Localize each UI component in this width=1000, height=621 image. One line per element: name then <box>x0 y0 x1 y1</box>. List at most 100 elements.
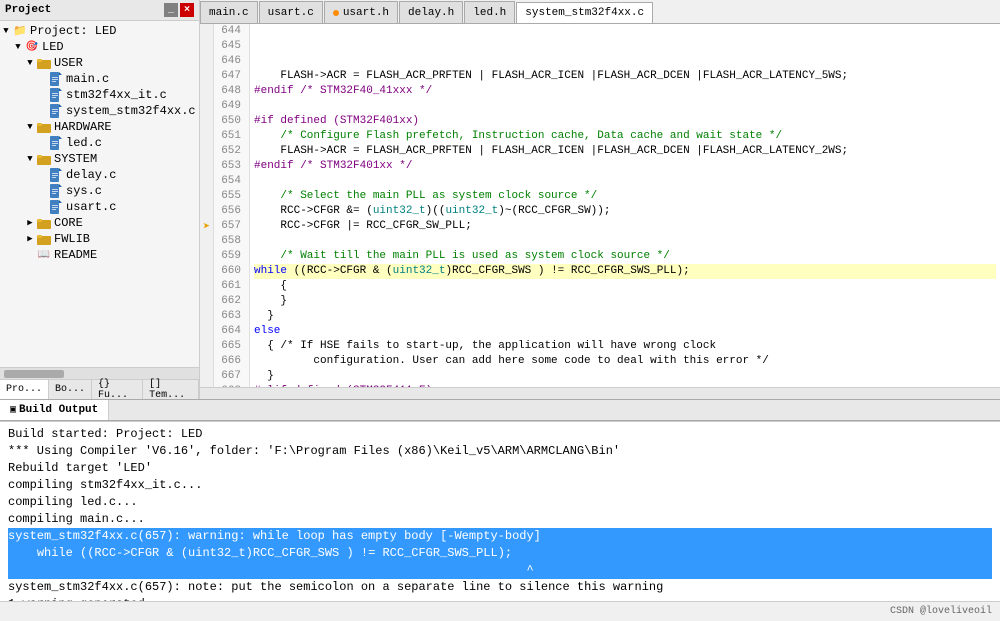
expand-icon-core-group[interactable]: ▶ <box>24 217 36 229</box>
gutter-item-650 <box>200 114 213 129</box>
tree-item-fwlib-group[interactable]: ▶FWLIB <box>0 231 199 247</box>
line-num-655: 655 <box>218 189 245 204</box>
code-line-660: } <box>254 309 996 324</box>
build-line-1: *** Using Compiler 'V6.16', folder: 'F:\… <box>8 443 992 460</box>
tree-label-system-group: SYSTEM <box>54 152 97 166</box>
tree-label-stm32f4xx-it: stm32f4xx_it.c <box>66 88 167 102</box>
code-line-658: { <box>254 279 996 294</box>
project-scrollbar-thumb <box>4 370 64 378</box>
left-tab-templates[interactable]: [] Tem... <box>143 380 199 399</box>
tree-item-readme[interactable]: 📖README <box>0 247 199 263</box>
code-editor[interactable]: ➤ 64464564664764864965065165265365465565… <box>200 24 1000 387</box>
expand-icon-system-group[interactable]: ▼ <box>24 153 36 165</box>
tree-item-led-c[interactable]: led.c <box>0 135 199 151</box>
folder-icon <box>36 56 52 70</box>
tree-item-project-led[interactable]: ▼📁Project: LED <box>0 23 199 39</box>
tree-item-user-group[interactable]: ▼ USER <box>0 55 199 71</box>
gutter-item-667 <box>200 369 213 384</box>
project-icon: 📁 <box>12 24 28 38</box>
tree-item-system-group[interactable]: ▼ SYSTEM <box>0 151 199 167</box>
tab-usarth[interactable]: usart.h <box>324 1 398 23</box>
expand-icon-user-group[interactable]: ▼ <box>24 57 36 69</box>
expand-icon-stm32f4xx-it[interactable] <box>36 89 48 101</box>
tree-item-stm32f4xx-it[interactable]: stm32f4xx_it.c <box>0 87 199 103</box>
tree-item-main-c[interactable]: main.c <box>0 71 199 87</box>
tree-label-project-led: Project: LED <box>30 24 116 38</box>
expand-icon-delay-c[interactable] <box>36 169 48 181</box>
tree-item-led-root[interactable]: ▼🎯LED <box>0 39 199 55</box>
project-scrollbar[interactable] <box>0 367 199 379</box>
build-line-7: while ((RCC->CFGR & (uint32_t)RCC_CFGR_S… <box>8 545 992 562</box>
editor-horizontal-scrollbar[interactable] <box>200 387 1000 399</box>
tab-usartc[interactable]: usart.c <box>259 1 323 23</box>
line-num-647: 647 <box>218 69 245 84</box>
tab-label: system_stm32f4xx.c <box>525 7 644 19</box>
left-panel-bottom-tabs: Pro... Bo... {} Fu... [] Tem... <box>0 379 199 399</box>
arrow-marker: ➤ <box>203 219 210 234</box>
line-num-653: 653 <box>218 159 245 174</box>
line-num-652: 652 <box>218 144 245 159</box>
project-panel-header: Project _ × <box>0 0 199 21</box>
line-num-667: 667 <box>218 369 245 384</box>
gutter-item-652 <box>200 144 213 159</box>
tree-item-hardware-group[interactable]: ▼HARDWARE <box>0 119 199 135</box>
tab-delayh[interactable]: delay.h <box>399 1 463 23</box>
expand-icon-readme[interactable] <box>24 249 36 261</box>
expand-icon-fwlib-group[interactable]: ▶ <box>24 233 36 245</box>
code-line-662: { /* If HSE fails to start-up, the appli… <box>254 339 996 354</box>
expand-icon-main-c[interactable] <box>36 73 48 85</box>
file-icon <box>48 168 64 182</box>
line-numbers: 6446456466476486496506516526536546556566… <box>214 24 250 387</box>
code-content[interactable]: FLASH->ACR = FLASH_ACR_PRFTEN | FLASH_AC… <box>250 24 1000 387</box>
tree-item-core-group[interactable]: ▶ CORE <box>0 215 199 231</box>
tab-label: delay.h <box>408 7 454 19</box>
expand-icon-led-root[interactable]: ▼ <box>12 41 24 53</box>
expand-icon-sys-c[interactable] <box>36 185 48 197</box>
left-tab-functions[interactable]: {} Fu... <box>92 380 143 399</box>
tree-label-readme: README <box>54 248 97 262</box>
watermark-text: CSDN @loveliveoil <box>890 606 992 617</box>
build-line-0: Build started: Project: LED <box>8 426 992 443</box>
line-num-650: 650 <box>218 114 245 129</box>
build-content: Build started: Project: LED*** Using Com… <box>0 422 1000 601</box>
gutter-item-654 <box>200 174 213 189</box>
folder-icon <box>36 232 52 246</box>
code-line-647: #if defined (STM32F401xx) <box>254 114 996 129</box>
left-tab-project[interactable]: Pro... <box>0 380 49 399</box>
gutter-item-659 <box>200 249 213 264</box>
expand-icon-hardware-group[interactable]: ▼ <box>24 121 36 133</box>
expand-icon-system-stm32[interactable] <box>36 105 48 117</box>
gutter-item-656 <box>200 204 213 219</box>
tree-item-usart-c[interactable]: usart.c <box>0 199 199 215</box>
tree-label-core-group: CORE <box>54 216 83 230</box>
project-panel: Project _ × ▼📁Project: LED▼🎯LED▼USERmain… <box>0 0 200 399</box>
build-line-4: compiling led.c... <box>8 494 992 511</box>
expand-icon-usart-c[interactable] <box>36 201 48 213</box>
left-tab-books[interactable]: Bo... <box>49 380 92 399</box>
build-line-3: compiling stm32f4xx_it.c... <box>8 477 992 494</box>
code-line-653: RCC->CFGR &= (uint32_t)((uint32_t)~(RCC_… <box>254 204 996 219</box>
panel-minimize-button[interactable]: _ <box>164 3 178 17</box>
bottom-tab-build[interactable]: ▣ Build Output <box>0 400 109 420</box>
tab-modified-dot <box>333 10 339 16</box>
tree-item-sys-c[interactable]: sys.c <box>0 183 199 199</box>
tabs-bar: main.cusart.cusart.h delay.h led.h system_s… <box>200 0 1000 24</box>
code-line-654: RCC->CFGR |= RCC_CFGR_SW_PLL; <box>254 219 996 234</box>
tree-item-system-stm32[interactable]: system_stm32f4xx.c <box>0 103 199 119</box>
expand-icon-led-c[interactable] <box>36 137 48 149</box>
tree-item-delay-c[interactable]: delay.c <box>0 167 199 183</box>
line-num-654: 654 <box>218 174 245 189</box>
tab-mainc[interactable]: main.c <box>200 1 258 23</box>
line-num-666: 666 <box>218 354 245 369</box>
tab-ledh[interactable]: led.h <box>464 1 515 23</box>
tab-systemstm32f4xxc[interactable]: system_stm32f4xx.c <box>516 2 653 24</box>
gutter-item-645 <box>200 39 213 54</box>
target-icon: 🎯 <box>24 40 40 54</box>
line-num-661: 661 <box>218 279 245 294</box>
panel-close-button[interactable]: × <box>180 3 194 17</box>
code-line-646 <box>254 99 996 114</box>
file-icon <box>48 184 64 198</box>
tree-label-user-group: USER <box>54 56 83 70</box>
gutter-item-649 <box>200 99 213 114</box>
expand-icon-project-led[interactable]: ▼ <box>0 25 12 37</box>
